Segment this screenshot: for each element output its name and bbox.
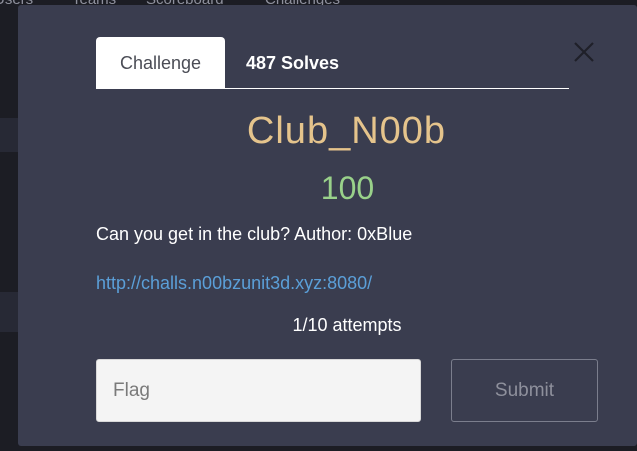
tab-solves[interactable]: 487 Solves xyxy=(246,37,339,88)
challenge-modal: Challenge 487 Solves Club_N00b 100 Can y… xyxy=(18,5,637,446)
tab-challenge[interactable]: Challenge xyxy=(96,37,225,88)
modal-tabs: Challenge 487 Solves xyxy=(96,37,569,89)
challenge-points: 100 xyxy=(320,170,375,206)
background-panel xyxy=(0,118,18,152)
challenge-description: Can you get in the club? Author: 0xBlue xyxy=(96,224,413,244)
submit-button[interactable]: Submit xyxy=(451,359,598,422)
close-button[interactable] xyxy=(568,36,600,68)
attempts-counter: 1/10 attempts xyxy=(292,315,402,335)
close-icon xyxy=(574,42,594,62)
challenge-title: Club_N00b xyxy=(246,110,447,152)
challenge-link[interactable]: http://challs.n00bzunit3d.xyz:8080/ xyxy=(96,273,372,294)
flag-input[interactable] xyxy=(96,359,421,422)
background-panel xyxy=(0,292,18,332)
